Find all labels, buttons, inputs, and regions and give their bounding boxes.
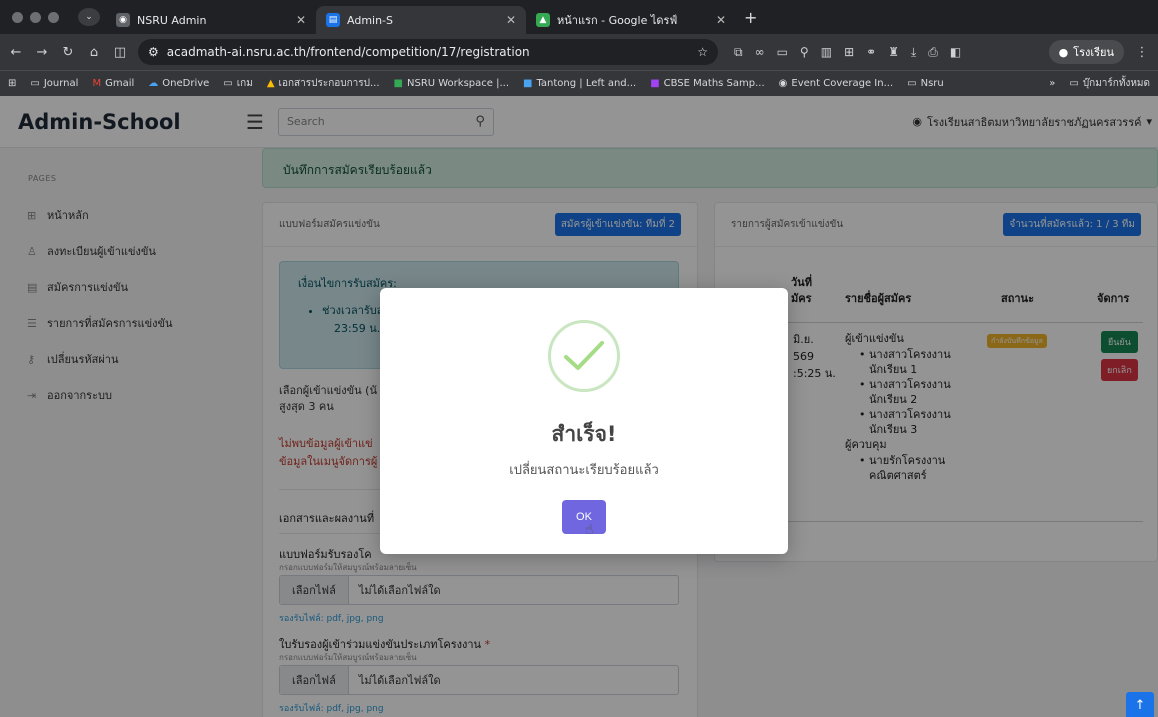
tab-nsru-admin[interactable]: ◉ NSRU Admin ✕ <box>106 6 316 34</box>
print-icon[interactable]: ⎙ <box>928 45 938 60</box>
split-view-icon[interactable]: ◫ <box>112 45 128 60</box>
site-info-icon[interactable]: ⚙ <box>148 45 159 59</box>
tab-google-drive[interactable]: ▲ หน้าแรก - Google ไดรฟ์ ✕ <box>526 6 736 34</box>
bookmark-workspace[interactable]: ■ NSRU Workspace |... <box>394 78 509 89</box>
tab-title: NSRU Admin <box>137 13 207 27</box>
extension-icon[interactable]: ⊞ <box>844 45 854 60</box>
avatar-icon: ● <box>1058 45 1069 59</box>
bookmark-star-icon[interactable]: ☆ <box>697 45 708 59</box>
bookmark-game[interactable]: ▭ เกม <box>223 76 253 91</box>
window-controls[interactable] <box>0 11 78 23</box>
extension-icon[interactable]: ▭ <box>777 45 788 60</box>
url-text: acadmath-ai.nsru.ac.th/frontend/competit… <box>166 45 530 59</box>
address-bar-row: ← → ↻ ⌂ ◫ ⚙ acadmath-ai.nsru.ac.th/front… <box>0 34 1158 70</box>
scroll-to-top-button[interactable]: ↑ <box>1126 692 1154 717</box>
apps-icon[interactable]: ⊞ <box>8 78 16 89</box>
dialog-message: เปลี่ยนสถานะเรียบร้อยแล้ว <box>509 463 659 478</box>
bookmarks-bar: ⊞ ▭ Journal M Gmail ☁ OneDrive ▭ เกม ▲ เอกสาร… <box>0 70 1158 96</box>
bookmark-docs[interactable]: ▲ เอกสารประกอบการป... <box>267 76 380 91</box>
bookmark-tantong[interactable]: ■ Tantong | Left and... <box>523 78 636 89</box>
bookmark-cbse[interactable]: ■ CBSE Maths Samp... <box>650 78 764 89</box>
folder-icon: ▭ <box>907 78 917 89</box>
bookmark-journal[interactable]: ▭ Journal <box>30 78 78 89</box>
tab-title: Admin-S <box>347 13 394 27</box>
tab-admin-s[interactable]: ▤ Admin-S ✕ <box>316 6 526 34</box>
dialog-title: สำเร็จ! <box>551 422 617 446</box>
arrow-up-icon: ↑ <box>1134 697 1146 713</box>
extension-icon[interactable]: ◧ <box>950 45 961 60</box>
more-bookmarks-icon[interactable]: » <box>1049 78 1055 89</box>
all-bookmarks[interactable]: ▭ บุ๊กมาร์กทั้งหมด <box>1069 76 1150 91</box>
extensions: ⧉ ∞ ▭ ⚲ ▥ ⊞ ⚭ ♜ ⤓ ⎙ ◧ <box>734 45 961 60</box>
extension-icon[interactable]: ⧉ <box>734 45 743 60</box>
drive-icon: ▲ <box>266 78 275 89</box>
tab-search-icon[interactable]: ⌄ <box>78 8 100 26</box>
tab-title: หน้าแรก - Google ไดรฟ์ <box>557 14 678 27</box>
globe-icon: ◉ <box>778 78 788 89</box>
bookmark-gmail[interactable]: M Gmail <box>92 78 134 89</box>
success-check-icon <box>548 320 620 392</box>
gmail-icon: M <box>92 78 102 89</box>
ok-button[interactable]: OK <box>562 500 606 534</box>
browser-tab-bar: ⌄ ◉ NSRU Admin ✕ ▤ Admin-S ✕ ▲ หน้าแรก -… <box>0 0 1158 34</box>
close-icon[interactable]: ✕ <box>506 13 516 27</box>
forward-icon[interactable]: → <box>34 45 50 60</box>
drive-icon: ▲ <box>536 13 550 27</box>
cloud-icon: ☁ <box>148 78 159 89</box>
hand-cursor-icon: ☝ <box>585 522 594 538</box>
more-menu-icon[interactable]: ⋮ <box>1134 45 1150 60</box>
close-icon[interactable]: ✕ <box>716 13 726 27</box>
extension-icon[interactable]: ♜ <box>888 45 899 60</box>
bookmark-nsru[interactable]: ▭ Nsru <box>907 78 944 89</box>
folder-icon: ▭ <box>1069 78 1079 89</box>
success-dialog: สำเร็จ! เปลี่ยนสถานะเรียบร้อยแล้ว OK ☝ <box>380 288 788 554</box>
site-icon: ■ <box>523 78 533 89</box>
extension-icon[interactable]: ∞ <box>755 45 765 60</box>
profile-button[interactable]: ● โรงเรียน <box>1048 40 1124 64</box>
url-input[interactable]: ⚙ acadmath-ai.nsru.ac.th/frontend/compet… <box>138 39 718 65</box>
extension-icon[interactable]: ⚭ <box>866 45 876 60</box>
folder-icon: ▭ <box>30 78 40 89</box>
close-icon[interactable]: ✕ <box>296 13 306 27</box>
folder-icon: ▭ <box>223 78 233 89</box>
globe-icon: ◉ <box>116 13 130 27</box>
bookmark-onedrive[interactable]: ☁ OneDrive <box>148 78 209 89</box>
bookmark-event[interactable]: ◉ Event Coverage In... <box>779 78 893 89</box>
home-icon[interactable]: ⌂ <box>86 45 102 60</box>
extension-icon[interactable]: ⚲ <box>800 45 809 60</box>
new-tab-icon[interactable]: + <box>744 8 757 27</box>
site-icon: ■ <box>650 78 660 89</box>
reload-icon[interactable]: ↻ <box>60 45 76 60</box>
download-icon[interactable]: ⤓ <box>911 45 916 60</box>
workspace-icon: ■ <box>393 78 403 89</box>
app-icon: ▤ <box>326 13 340 27</box>
back-icon[interactable]: ← <box>8 45 24 60</box>
extension-icon[interactable]: ▥ <box>821 45 832 60</box>
